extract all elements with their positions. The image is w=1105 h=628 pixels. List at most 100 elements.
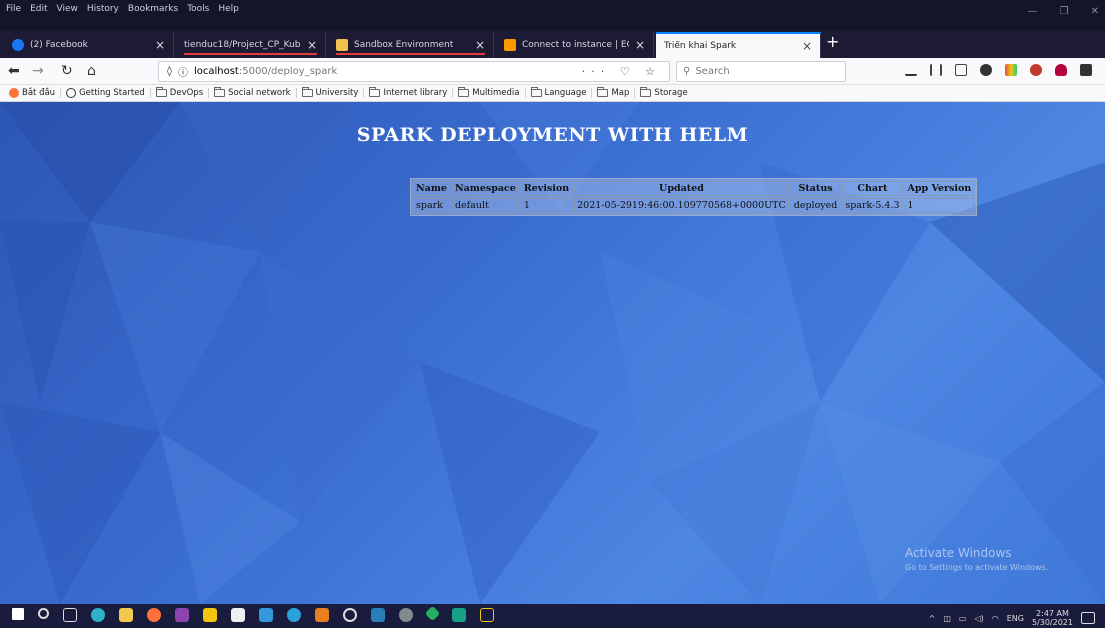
usb-icon[interactable]: ◫ [943,614,951,623]
close-tab-icon[interactable]: × [635,38,645,52]
tab-label: (2) Facebook [30,40,88,50]
tab-label: Triển khai Spark [664,41,737,51]
chrome-like-icon[interactable] [343,608,357,622]
downloads-icon[interactable] [905,64,917,76]
window-controls: — ❐ ✕ [1028,6,1099,17]
sandbox-icon [336,39,348,51]
deployment-table: Name Namespace Revision Updated Status C… [410,178,978,216]
cell-revision: 1 [520,198,573,213]
task-view-icon[interactable] [63,608,77,622]
file-explorer-icon[interactable] [119,608,133,622]
library-icon[interactable] [930,64,942,76]
minimize-icon[interactable]: — [1028,6,1038,17]
close-window-icon[interactable]: ✕ [1091,6,1099,17]
restore-icon[interactable]: ❐ [1060,6,1069,17]
tab-spark[interactable]: Triển khai Spark × [656,32,821,58]
folder-icon [369,87,381,97]
app-teal-icon[interactable] [452,608,466,622]
tab-sandbox[interactable]: Sandbox Environment × [328,32,494,58]
cell-status: deployed [790,198,841,213]
folder-icon [640,87,652,97]
col-revision: Revision [520,181,573,196]
bookmark-folder[interactable]: Map [592,87,636,98]
ublock-icon[interactable] [1055,64,1067,76]
col-app-version: App Version [904,181,975,196]
store-icon[interactable] [231,608,245,622]
git-icon[interactable] [424,605,441,622]
bookmark-item[interactable]: Bắt đầu [4,88,62,98]
edge-icon[interactable] [91,608,105,622]
menu-file[interactable]: File [6,4,21,14]
visual-studio-icon[interactable] [175,608,189,622]
wifi-icon[interactable]: ◠ [992,614,999,623]
back-icon[interactable]: ⬅ [8,63,20,79]
battery-icon[interactable]: ▭ [959,614,967,623]
table-row: spark default 1 2021-05-2919:46:00.10977… [413,198,975,213]
tracking-shield-icon[interactable]: ◊ [167,66,172,77]
close-tab-icon[interactable]: × [307,38,317,52]
page-actions-icon[interactable]: ··· ♡ ☆ [582,65,661,78]
menu-bookmarks[interactable]: Bookmarks [128,4,178,14]
toolbar-icons [905,64,1105,76]
watermark-title: Activate Windows [905,546,1012,560]
menu-bar: File Edit View History Bookmarks Tools H… [0,0,1105,30]
vscode-icon[interactable] [371,608,385,622]
close-tab-icon[interactable]: × [155,38,165,52]
new-tab-icon[interactable]: + [826,32,839,51]
sidebar-icon[interactable] [955,64,967,76]
bookmark-folder[interactable]: Language [526,87,593,98]
url-path: :5000/deploy_spark [238,66,338,77]
tab-ec2[interactable]: Connect to instance | EC2 Man × [496,32,654,58]
bookmark-folder[interactable]: DevOps [151,87,210,98]
close-tab-icon[interactable]: × [475,38,485,52]
app-gray-icon[interactable] [399,608,413,622]
home-icon[interactable]: ⌂ [87,63,96,79]
tab-github[interactable]: tienduc18/Project_CP_Kuberne × [176,32,326,58]
bookmark-folder[interactable]: Storage [635,87,692,98]
firefox-icon [9,88,19,98]
menu-view[interactable]: View [57,4,78,14]
volume-icon[interactable]: ◁) [974,614,983,623]
extension-grid-icon[interactable] [1080,64,1092,76]
reload-icon[interactable]: ↻ [61,63,73,79]
mail-icon[interactable] [259,608,273,622]
col-namespace: Namespace [451,181,519,196]
info-icon[interactable]: ⓘ [178,64,188,79]
bookmark-folder[interactable]: Internet library [364,87,454,98]
tab-indicator [336,53,485,55]
forward-icon[interactable]: → [32,63,44,79]
firefox-taskbar-icon[interactable] [147,608,161,622]
menu-edit[interactable]: Edit [30,4,47,14]
bookmark-item[interactable]: Getting Started [61,88,151,98]
language-indicator[interactable]: ENG [1007,614,1024,623]
sublime-icon[interactable] [203,608,217,622]
menu-help[interactable]: Help [218,4,239,14]
extension-icon[interactable] [980,64,992,76]
notification-icon[interactable] [1081,612,1095,624]
app-orange-icon[interactable] [315,608,329,622]
bookmark-folder[interactable]: Social network [209,87,297,98]
menu-tools[interactable]: Tools [187,4,209,14]
tab-facebook[interactable]: (2) Facebook × [4,32,174,58]
telegram-icon[interactable] [287,608,301,622]
menu-history[interactable]: History [87,4,119,14]
menu-list: File Edit View History Bookmarks Tools H… [6,4,239,14]
clock-date: 5/30/2021 [1031,618,1073,627]
watermark-subtitle: Go to Settings to activate Windows. [905,563,1049,572]
bookmark-folder[interactable]: Multimedia [453,87,526,98]
extension-red-icon[interactable] [1030,64,1042,76]
system-tray: ^ ◫ ▭ ◁) ◠ ENG 2:47 AM 5/30/2021 [929,609,1095,627]
url-bar[interactable]: ◊ ⓘ localhost:5000/deploy_spark ··· ♡ ☆ [158,61,670,82]
close-tab-icon[interactable]: × [802,39,812,53]
nav-bar: ⬅ → ↻ ⌂ ◊ ⓘ localhost:5000/deploy_spark … [0,58,1105,85]
bookmark-folder[interactable]: University [297,87,365,98]
table-header-row: Name Namespace Revision Updated Status C… [413,181,975,196]
app-network-icon[interactable] [480,608,494,622]
clock[interactable]: 2:47 AM 5/30/2021 [1032,609,1073,627]
col-name: Name [413,181,450,196]
search-taskbar-icon[interactable] [38,608,49,619]
search-input[interactable]: ⚲ Search [676,61,846,82]
windows-start-icon[interactable] [12,608,24,620]
chevron-up-icon[interactable]: ^ [929,614,936,623]
extension-color-icon[interactable] [1005,64,1017,76]
